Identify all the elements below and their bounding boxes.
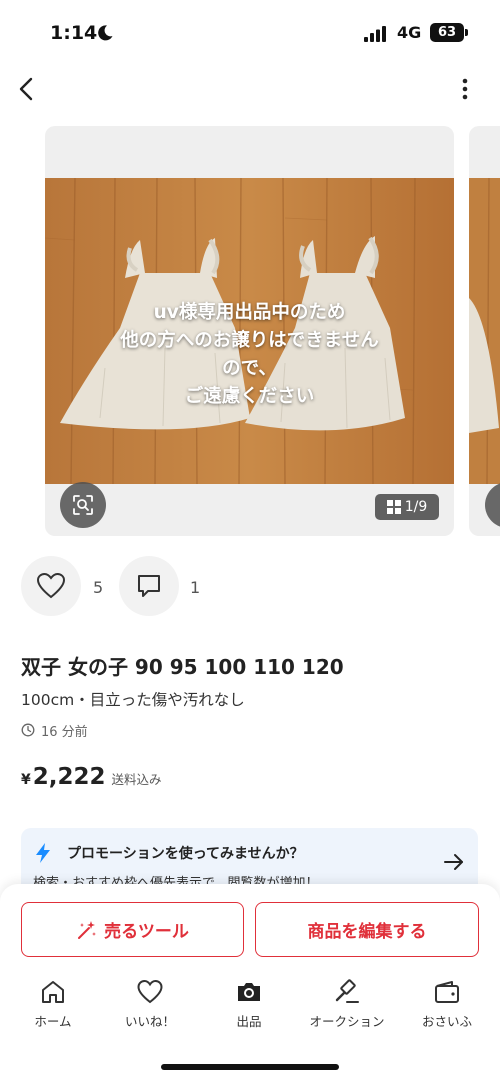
comment-icon (138, 575, 160, 597)
heart-icon (36, 572, 66, 599)
page-count: 1/9 (404, 499, 428, 515)
next-photo-card[interactable] (469, 126, 500, 536)
heart-icon (137, 979, 163, 1004)
tab-likes[interactable]: いいね！ (100, 978, 200, 1030)
price-row: ¥ 2,222 送料込み (21, 764, 162, 794)
photo-overlay-text: uv様専用出品中のため 他の方へのお譲りはできません ので、 ご遠慮ください (45, 299, 454, 411)
tab-wallet[interactable]: おさいふ (397, 978, 497, 1030)
price: 2,222 (32, 764, 106, 790)
posted-time: 16 分前 (41, 724, 88, 740)
network-label: 4G (397, 23, 422, 42)
status-bar: 1:14 4G 63 (0, 0, 500, 64)
wallet-icon (435, 981, 459, 1003)
edit-item-label: 商品を編集する (307, 922, 427, 942)
tab-home[interactable]: ホーム (3, 978, 103, 1030)
comment-button[interactable] (119, 556, 179, 616)
tab-label: 出品 (236, 1014, 262, 1029)
next-image-search-button[interactable] (485, 482, 500, 528)
currency-symbol: ¥ (21, 772, 31, 788)
photo-card[interactable]: uv様専用出品中のため 他の方へのお譲りはできません ので、 ご遠慮ください 1… (45, 126, 454, 536)
tab-label: おさいふ (421, 1014, 472, 1029)
edit-item-button[interactable]: 商品を編集する (255, 902, 479, 957)
clock-icon (21, 723, 35, 737)
signal-icon (364, 26, 386, 42)
battery-indicator: 63 (430, 23, 468, 42)
moon-icon (98, 25, 113, 41)
grid-icon (386, 500, 401, 514)
tab-bar: ホーム いいね！ 出品 オークション おさいふ (0, 978, 500, 1038)
like-count: 5 (93, 578, 104, 597)
bottom-sheet: 売るツール 商品を編集する ホーム いいね！ 出品 オークション おさいふ (0, 884, 500, 1080)
tab-sell[interactable]: 出品 (199, 978, 299, 1030)
promotion-title: プロモーションを使ってみませんか？ (67, 846, 304, 862)
gavel-icon (335, 979, 359, 1003)
next-product-photo (469, 178, 500, 484)
magic-wand-icon (78, 920, 97, 939)
like-button[interactable] (21, 556, 81, 616)
overlay-line: 他の方へのお譲りはできません (120, 330, 379, 351)
page-indicator[interactable]: 1/9 (375, 494, 439, 520)
back-chevron-icon[interactable] (14, 74, 40, 104)
nav-bar (0, 64, 500, 114)
engagement-actions: 5 1 (0, 556, 500, 618)
home-icon (42, 981, 64, 1003)
tab-label: ホーム (34, 1014, 72, 1029)
shipping-label: 送料込み (111, 772, 162, 787)
status-time: 1:14 (50, 22, 98, 44)
tab-label: オークション (309, 1014, 385, 1029)
item-condition: 100cm・目立った傷や汚れなし (21, 691, 245, 709)
arrow-right-icon[interactable] (443, 852, 465, 872)
sell-tool-button[interactable]: 売るツール (21, 902, 244, 957)
lightning-icon (36, 843, 50, 863)
tab-auction[interactable]: オークション (297, 978, 397, 1030)
home-indicator (161, 1064, 339, 1070)
photo-carousel[interactable]: uv様専用出品中のため 他の方へのお譲りはできません ので、 ご遠慮ください 1… (0, 126, 500, 536)
sell-tool-label: 売るツール (104, 922, 189, 942)
posted-time-row: 16 分前 (21, 720, 88, 740)
more-vertical-icon[interactable] (454, 76, 476, 102)
overlay-line: ので、 (222, 358, 277, 379)
overlay-line: ご遠慮ください (184, 386, 315, 407)
camera-icon (238, 983, 260, 1001)
overlay-line: uv様専用出品中のため (153, 302, 346, 323)
image-search-button[interactable] (60, 482, 106, 528)
comment-count: 1 (190, 578, 201, 597)
tab-label: いいね！ (124, 1014, 175, 1029)
item-title: 双子 女の子 90 95 100 110 120 (21, 655, 344, 679)
image-search-icon (73, 495, 93, 515)
